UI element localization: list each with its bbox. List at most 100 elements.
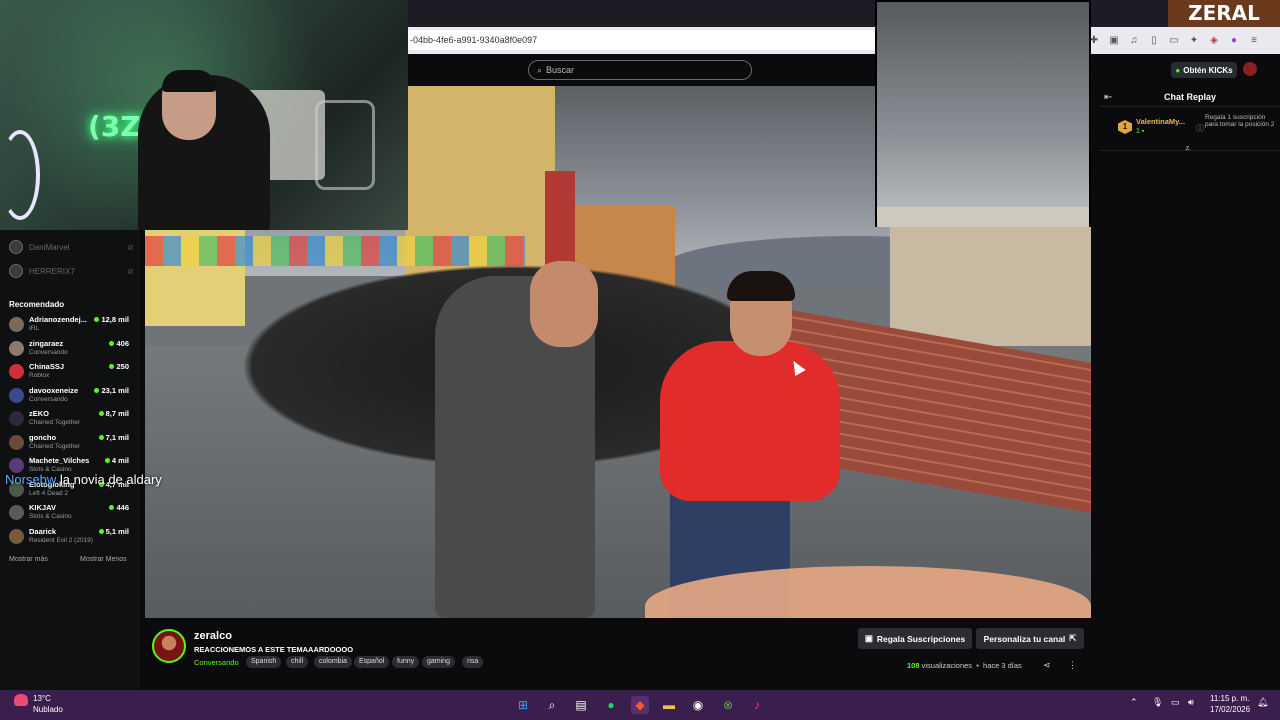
stream-tag[interactable]: chill (286, 656, 309, 668)
ring-light (0, 130, 40, 220)
viewer-count-value: 23,1 mil (101, 385, 129, 395)
live-dot-icon (109, 340, 115, 346)
file-explorer-icon[interactable]: ▬ (660, 696, 678, 714)
show-more-link[interactable]: Mostrar más (9, 556, 48, 563)
notification-icon[interactable]: 🔔︎ (1257, 697, 1268, 708)
streamer-name[interactable]: zeralco (194, 630, 232, 642)
live-dot-icon (94, 387, 100, 393)
menu-icon[interactable]: ≡ (1248, 35, 1260, 46)
woman-figure (660, 341, 840, 501)
gift-subs-button[interactable]: ▣ Regala Suscripciones (858, 628, 972, 649)
start-icon[interactable]: ⊞ (514, 696, 532, 714)
channel-name: KIKJAV (29, 503, 56, 512)
picture-in-picture-overlay (875, 0, 1091, 227)
avatar (9, 434, 24, 450)
music-icon[interactable]: ♫ (1128, 35, 1140, 46)
stream-tag[interactable]: gaming (422, 656, 455, 668)
avatar (9, 458, 24, 473)
gift-leader-username[interactable]: ValentinaMy... (1136, 117, 1185, 126)
followed-channel[interactable]: HERRERIX7 ⊘ (9, 264, 134, 278)
recommended-channel[interactable]: goncho Chained Together 7,1 mil (9, 432, 129, 454)
webcam-overlay: (3ZE AL (0, 0, 408, 230)
address-bar[interactable]: -04bb-4fe6-a991-9340a8f0e097 (408, 30, 876, 50)
chevron-up-icon[interactable]: ⌃ (1130, 697, 1138, 708)
chat-panel (1097, 86, 1280, 621)
chair (315, 100, 375, 190)
avatar (9, 528, 24, 544)
profile-icon[interactable]: ● (1228, 35, 1240, 46)
more-options-icon[interactable]: ⋮ (1068, 660, 1077, 671)
stream-tag[interactable]: Español (354, 656, 390, 668)
screenshot-icon[interactable]: ▣ (1108, 35, 1120, 46)
weather-icon[interactable] (14, 694, 28, 706)
spotify-icon[interactable]: ● (602, 696, 620, 714)
live-dot-icon (109, 505, 115, 510)
clock-date[interactable]: 17/02/2026 (1210, 705, 1250, 714)
channel-name: zingaraez (29, 338, 64, 348)
channel-category: Roblox (29, 372, 50, 379)
live-dot-icon (94, 317, 100, 322)
channel-name: ChinaSSJ (29, 362, 65, 371)
stream-title: REACCIONEMOS A ESTE TEMAAARDOOOO (194, 645, 354, 654)
stream-category[interactable]: Conversando (194, 658, 239, 667)
customize-label: Personaliza tu canal (983, 633, 1066, 644)
show-less-link[interactable]: Mostrar Menos (80, 556, 127, 563)
followed-channel[interactable]: DaniMarvel ⊘ (9, 240, 134, 254)
leo-icon[interactable]: ✦ (1188, 35, 1200, 46)
search-input[interactable]: ⌕ Buscar (528, 60, 752, 80)
share-icon[interactable]: ⋖ (1043, 660, 1051, 671)
channel-name: zEKO (29, 409, 50, 418)
stream-tag[interactable]: risa (462, 656, 484, 668)
search-placeholder: Buscar (546, 65, 575, 75)
gift-count: 1 ▪ (1136, 128, 1144, 135)
avatar (9, 387, 24, 403)
vpn-icon[interactable]: ◈ (1208, 35, 1220, 46)
recommended-channel[interactable]: ChinaSSJ Roblox 250 (9, 361, 129, 383)
viewer-count-value: 8,7 mil (105, 409, 129, 418)
stream-tag[interactable]: funny (392, 656, 420, 668)
viewer-count: 12,8 mil (94, 315, 129, 324)
xbox-icon[interactable]: ⊗ (719, 696, 737, 714)
chat-title: Chat Replay (1164, 92, 1217, 102)
viewer-count: 23,1 mil (94, 386, 129, 395)
recommended-channel[interactable]: Daarick Resident Evil 2 (2019) 5,1 mil (9, 526, 129, 548)
sidebar-toggle-icon[interactable]: ▯ (1148, 35, 1160, 46)
caption-speaker: Norsebw (5, 472, 57, 487)
gift-icon: ▣ (864, 633, 873, 643)
view-stats: 108 visualizaciones • hace 3 días (907, 661, 1022, 670)
wallet-icon[interactable]: ▭ (1168, 35, 1180, 46)
recommended-channel[interactable]: davooxeneize Conversando 23,1 mil (9, 385, 129, 407)
network-icon[interactable]: ▭ (1171, 697, 1180, 708)
chevron-down-icon[interactable]: ⩡ (1185, 143, 1190, 154)
gift-icon: ▪ (1141, 128, 1145, 135)
streamer-avatar[interactable] (152, 629, 186, 663)
recommended-channel[interactable]: KIKJAV Slots & Casino 446 (9, 502, 129, 524)
recommended-channel[interactable]: zEKO Chained Together 8,7 mil (9, 408, 129, 430)
recommended-channel[interactable]: zingaraez Conversando 406 (9, 338, 129, 360)
live-dot-icon (98, 528, 104, 534)
caption-text: la novia de aldary (56, 472, 162, 487)
views-label: visualizaciones (921, 661, 973, 670)
weather-temp[interactable]: 13°C (33, 694, 51, 703)
brave-browser-icon[interactable]: ◆ (631, 696, 649, 714)
channel-name: Adrianozendej... (29, 315, 87, 324)
brand-overlay: ZERAL (1168, 0, 1280, 27)
user-avatar[interactable] (1243, 62, 1257, 76)
clock-time[interactable]: 11:15 p. m. (1210, 694, 1249, 703)
weather-desc[interactable]: Nublado (33, 705, 63, 714)
customize-channel-button[interactable]: Personaliza tu canal ⇱ (976, 628, 1084, 649)
search-icon: ⌕ (537, 64, 543, 75)
search-icon[interactable]: ⌕ (543, 696, 561, 714)
get-kicks-button[interactable]: ● Obtén KICKs (1171, 62, 1237, 78)
stream-tag[interactable]: colombia (314, 656, 353, 668)
chat-collapse-icon[interactable]: ⇤ (1104, 92, 1112, 103)
recommended-channel[interactable]: Adrianozendej... IRL 12,8 mil (9, 314, 129, 336)
task-view-icon[interactable]: ▤ (572, 696, 590, 714)
camera-off-icon: ⊘ (127, 266, 134, 276)
stream-tag[interactable]: Spanish (246, 656, 282, 668)
avatar (9, 411, 24, 426)
microphone-icon[interactable]: 🎙︎ (1152, 697, 1163, 708)
obs-icon[interactable]: ◉ (689, 696, 707, 714)
volume-icon[interactable]: 🔊︎ (1188, 697, 1194, 708)
tiktok-icon[interactable]: ♪ (748, 696, 766, 714)
